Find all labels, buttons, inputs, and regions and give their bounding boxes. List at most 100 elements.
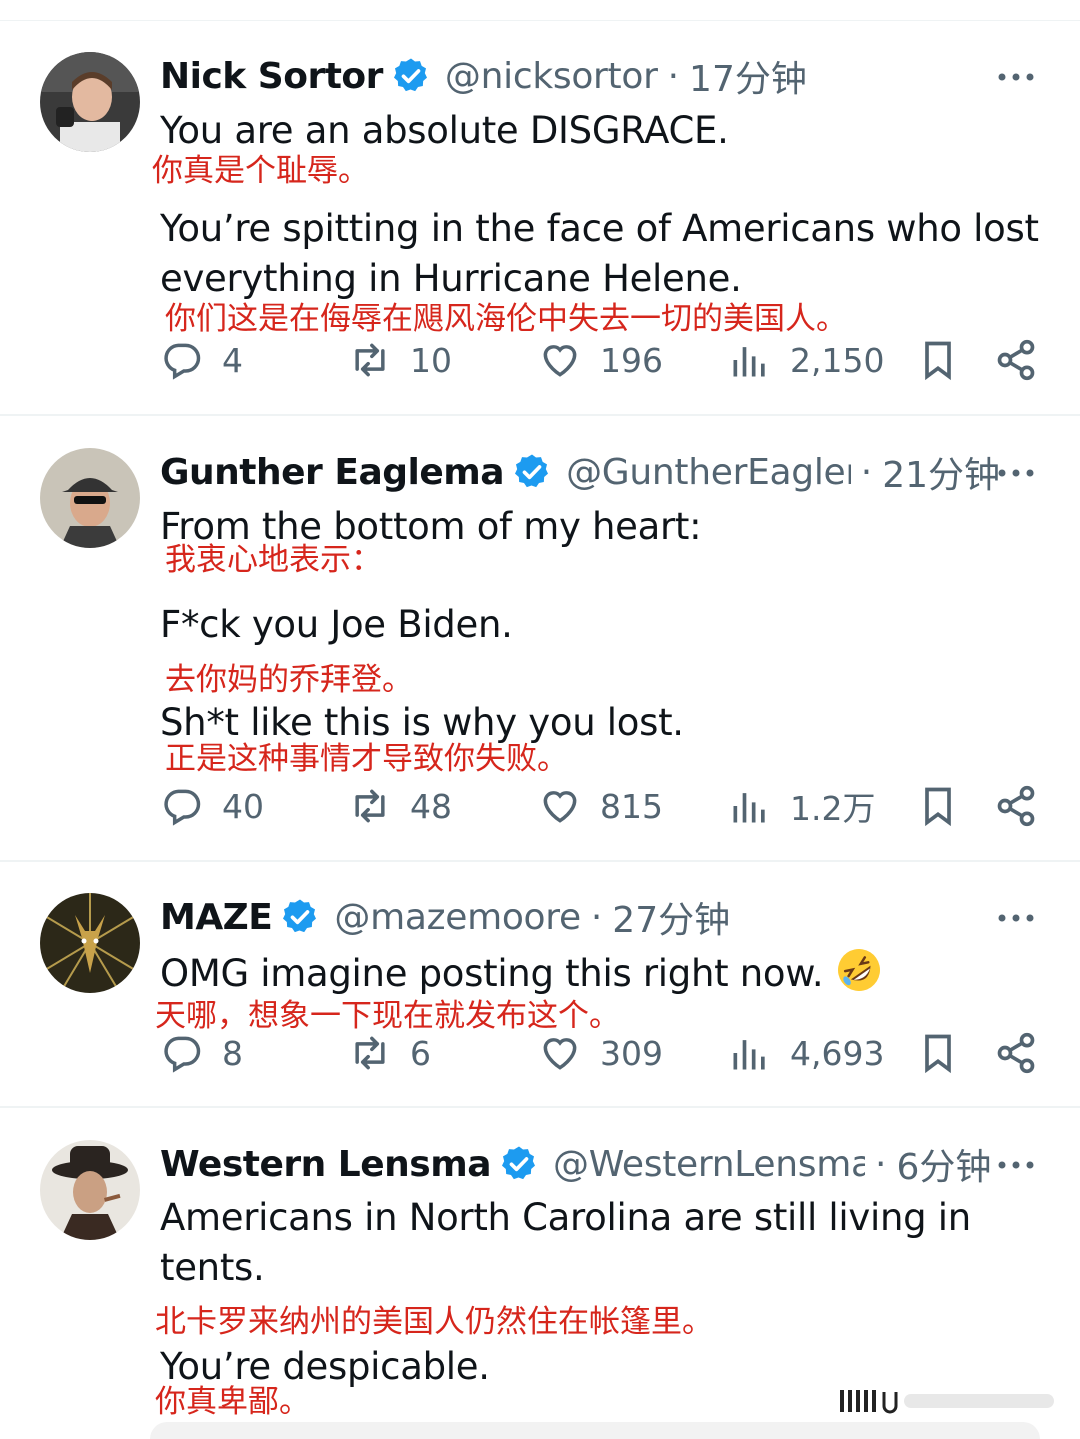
tweet-actions: 40 48 815 1.2万: [160, 781, 1040, 831]
bookmark-button[interactable]: [916, 1028, 960, 1078]
author-handle[interactable]: @nicksortor: [445, 56, 658, 97]
reply-button[interactable]: 4: [160, 335, 243, 385]
like-button[interactable]: 196: [538, 335, 663, 385]
more-dots-icon[interactable]: [996, 463, 1036, 483]
bar-chart-icon: [733, 793, 765, 823]
share-icon: [997, 1032, 1035, 1074]
more-dots-icon[interactable]: [996, 1155, 1036, 1175]
heart-icon: [543, 1038, 577, 1070]
view-count: 2,150: [790, 340, 885, 380]
watermark-logo: [840, 1390, 1054, 1414]
share-button[interactable]: [994, 335, 1038, 385]
like-count: 309: [600, 1033, 663, 1073]
tweet-text: Americans in North Carolina are still li…: [160, 1196, 971, 1239]
separator-dot: ·: [860, 451, 873, 493]
bar-chart-icon: [733, 347, 765, 377]
bar-chart-icon: [733, 1040, 765, 1070]
translation-text: 我衷心地表示：: [165, 542, 382, 578]
retweet-icon: [355, 343, 385, 377]
translation-text: 正是这种事情才导致你失败。: [165, 741, 568, 777]
share-button[interactable]: [994, 1028, 1038, 1078]
reply-count: 40: [222, 786, 264, 826]
reply-count: 4: [222, 340, 243, 380]
tweet-text: everything in Hurricane Helene.: [160, 257, 742, 300]
timestamp[interactable]: 21分钟: [882, 446, 1000, 498]
like-button[interactable]: 309: [538, 1028, 663, 1078]
author-name[interactable]: Gunther Eaglema: [160, 452, 505, 493]
more-dots-icon[interactable]: [996, 67, 1036, 87]
bottom-preview-strip: [150, 1422, 1040, 1439]
translation-text: 去你妈的乔拜登。: [165, 662, 413, 698]
views-button[interactable]: 1.2万: [728, 781, 875, 831]
tweet-actions: 8 6 309 4,693: [160, 1028, 1040, 1078]
reply-button[interactable]: 40: [160, 781, 264, 831]
translation-text: 你真卑鄙。: [155, 1384, 310, 1420]
views-button[interactable]: 4,693: [728, 1028, 884, 1078]
timestamp[interactable]: 6分钟: [896, 1138, 991, 1190]
view-count: 4,693: [790, 1033, 885, 1073]
share-icon: [997, 785, 1035, 827]
tweet-text: OMG imagine posting this right now.: [160, 946, 883, 999]
retweet-count: 10: [410, 340, 452, 380]
bookmark-icon: [925, 341, 951, 381]
separator-dot: ·: [667, 55, 680, 97]
top-divider: [0, 20, 1080, 21]
author-name[interactable]: Nick Sortor: [160, 56, 383, 97]
separator-dot: ·: [875, 1143, 887, 1185]
like-button[interactable]: 815: [538, 781, 663, 831]
author-handle[interactable]: @WesternLensma: [553, 1144, 865, 1185]
like-count: 196: [600, 340, 663, 380]
share-icon: [997, 339, 1035, 381]
bookmark-button[interactable]: [916, 781, 960, 831]
bookmark-icon: [925, 1034, 951, 1074]
tweet-divider: [0, 1106, 1080, 1108]
share-button[interactable]: [994, 781, 1038, 831]
retweet-count: 6: [410, 1033, 431, 1073]
retweet-button[interactable]: 6: [348, 1028, 431, 1078]
tweet-text: You are an absolute DISGRACE.: [160, 109, 729, 152]
tweet-actions: 4 10 196 2,150: [160, 335, 1040, 385]
tweet-text: You’re spitting in the face of Americans…: [160, 207, 1039, 250]
retweet-button[interactable]: 10: [348, 335, 452, 385]
avatar[interactable]: [40, 1140, 140, 1240]
timestamp[interactable]: 27分钟: [612, 891, 730, 943]
like-count: 815: [600, 786, 663, 826]
verified-badge-icon: [502, 1146, 536, 1180]
tweet-text: F*ck you Joe Biden.: [160, 603, 513, 646]
verified-badge-icon: [283, 899, 317, 933]
heart-icon: [543, 345, 577, 377]
speech-bubble-icon: [164, 1036, 201, 1073]
view-count: 1.2万: [790, 789, 876, 828]
author-name[interactable]: Western Lensma: [160, 1144, 492, 1185]
verified-badge-icon: [515, 454, 549, 488]
avatar[interactable]: [40, 52, 140, 152]
author-handle[interactable]: @GuntherEagler: [566, 452, 851, 493]
more-dots-icon[interactable]: [996, 908, 1036, 928]
translation-text: 北卡罗来纳州的美国人仍然住在帐篷里。: [155, 1304, 713, 1340]
verified-badge-icon: [393, 58, 427, 92]
translation-text: 你真是个耻辱。: [152, 153, 369, 189]
avatar[interactable]: [40, 448, 140, 548]
avatar[interactable]: [40, 893, 140, 993]
heart-icon: [543, 791, 577, 823]
reply-button[interactable]: 8: [160, 1028, 243, 1078]
separator-dot: ·: [590, 896, 603, 938]
retweet-button[interactable]: 48: [348, 781, 452, 831]
tweet-text: tents.: [160, 1246, 265, 1289]
timestamp[interactable]: 17分钟: [689, 50, 807, 102]
retweet-icon: [355, 789, 385, 823]
author-name[interactable]: MAZE: [160, 897, 273, 938]
translation-text: 你们这是在侮辱在飓风海伦中失去一切的美国人。: [165, 301, 847, 337]
retweet-count: 48: [410, 786, 452, 826]
speech-bubble-icon: [164, 789, 201, 826]
views-button[interactable]: 2,150: [728, 335, 884, 385]
tweet-text-content: OMG imagine posting this right now.: [160, 952, 824, 995]
tweet-divider: [0, 860, 1080, 862]
retweet-icon: [355, 1036, 385, 1070]
author-handle[interactable]: @mazemoore: [334, 897, 580, 938]
bookmark-button[interactable]: [916, 335, 960, 385]
bookmark-icon: [925, 787, 951, 827]
rolling-on-floor-laughing-icon: [838, 949, 881, 991]
reply-count: 8: [222, 1033, 243, 1073]
speech-bubble-icon: [164, 343, 201, 380]
